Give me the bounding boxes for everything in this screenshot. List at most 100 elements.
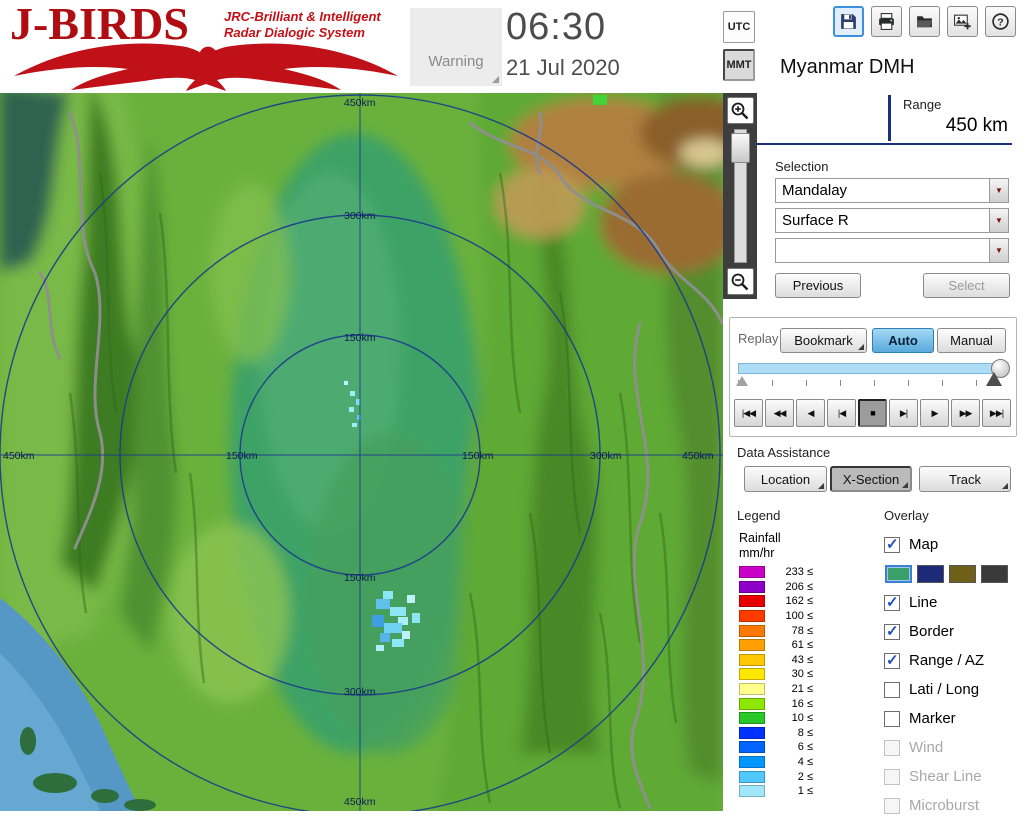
fast-forward-button[interactable]: ▶▶ <box>951 399 980 427</box>
warning-panel-button[interactable]: Warning <box>410 8 502 86</box>
overlay-row-lati-long[interactable]: Lati / Long <box>884 675 1030 704</box>
stop-button[interactable]: ■ <box>858 399 887 427</box>
legend-value: 30 ≤ <box>791 668 813 681</box>
chevron-down-icon[interactable] <box>989 209 1008 232</box>
skip-start-button[interactable]: |◀◀ <box>734 399 763 427</box>
legend-color-swatch <box>739 726 765 739</box>
zoom-in-button[interactable] <box>726 97 754 124</box>
overlay-row-microburst: Microburst <box>884 791 1030 820</box>
header: J-BIRDS JRC-Brilliant & Intelligent Rada… <box>0 0 1030 93</box>
zoom-out-button[interactable] <box>726 268 754 295</box>
transport-controls: |◀◀ ◀◀ ◀ |◀ ■ ▶| ▶ ▶▶ ▶▶| <box>734 399 1011 427</box>
chevron-down-icon[interactable] <box>989 179 1008 202</box>
map-style-navy-blue[interactable] <box>917 564 944 583</box>
map-style-terrain-green[interactable] <box>885 564 912 583</box>
marker-checkbox[interactable] <box>884 710 900 727</box>
track-button[interactable]: Track <box>919 466 1011 492</box>
chevron-down-icon[interactable] <box>989 239 1008 262</box>
overlay-item-label: Map <box>909 536 939 553</box>
map-marker <box>593 95 607 105</box>
capture-image-icon <box>954 14 971 30</box>
mmt-button[interactable]: MMT <box>723 49 755 81</box>
open-folder-icon <box>917 16 932 28</box>
legend-color-swatch <box>739 653 765 666</box>
map-checkbox[interactable] <box>884 535 900 553</box>
map-style-dark-gray[interactable] <box>981 564 1008 583</box>
save-icon <box>841 14 856 29</box>
help-button[interactable]: ? <box>985 6 1016 37</box>
option-dropdown[interactable] <box>775 238 1009 263</box>
rewind-button[interactable]: ◀◀ <box>765 399 794 427</box>
x-section-button[interactable]: X-Section <box>830 466 912 492</box>
product-dropdown[interactable]: Surface R <box>775 208 1009 233</box>
overlay-row-map[interactable]: Map <box>884 530 1030 559</box>
legend-value: 16 ≤ <box>791 697 813 710</box>
ring-label: 150km <box>344 332 376 344</box>
legend-row: 206 ≤ <box>739 580 813 595</box>
legend-color-swatch <box>739 683 765 696</box>
legend-color-swatch <box>739 770 765 783</box>
ring-label: 150km <box>344 572 376 584</box>
overlay-row-marker[interactable]: Marker <box>884 704 1030 733</box>
range-az-checkbox[interactable] <box>884 651 900 669</box>
clock-date: 21 Jul 2020 <box>506 55 620 80</box>
site-dropdown[interactable]: Mandalay <box>775 178 1009 203</box>
overlay-row-line[interactable]: Line <box>884 588 1030 617</box>
legend-color-swatch <box>739 668 765 681</box>
frame-back-button[interactable]: |◀ <box>827 399 856 427</box>
open-folder-button[interactable] <box>909 6 940 37</box>
zoom-slider-thumb[interactable] <box>730 133 750 163</box>
legend-row: 30 ≤ <box>739 667 813 682</box>
legend-color-swatch <box>739 566 765 579</box>
legend-label: Legend <box>737 508 781 523</box>
eagle-logo-icon <box>14 43 398 91</box>
overlay-row-range-az[interactable]: Range / AZ <box>884 646 1030 675</box>
radar-map[interactable]: 450km 300km 150km 150km 300km 450km 450k… <box>0 93 723 811</box>
lati-long-checkbox[interactable] <box>884 681 900 698</box>
logo-subtitle-line1: JRC-Brilliant & Intelligent <box>224 9 381 24</box>
line-checkbox[interactable] <box>884 593 900 611</box>
option-dropdown-value <box>776 239 989 262</box>
timeline-position-marker-icon[interactable] <box>986 372 1002 386</box>
save-button[interactable] <box>833 6 864 37</box>
print-button[interactable] <box>871 6 902 37</box>
legend-row: 78 ≤ <box>739 623 813 638</box>
frame-forward-button[interactable]: ▶| <box>889 399 918 427</box>
location-button[interactable]: Location <box>744 466 827 492</box>
utc-button[interactable]: UTC <box>723 11 755 43</box>
zoom-slider-track[interactable] <box>730 129 750 263</box>
select-button[interactable]: Select <box>923 273 1010 298</box>
legend-row: 100 ≤ <box>739 609 813 624</box>
step-back-button[interactable]: ◀ <box>796 399 825 427</box>
toolbar: ? <box>833 6 1016 37</box>
capture-image-button[interactable] <box>947 6 978 37</box>
map-style-olive[interactable] <box>949 564 976 583</box>
legend-color-swatch <box>739 595 765 608</box>
manual-button[interactable]: Manual <box>937 328 1006 353</box>
skip-end-button[interactable]: ▶▶| <box>982 399 1011 427</box>
replay-timeline-slider[interactable] <box>738 359 1010 378</box>
range-label: Range <box>903 97 942 112</box>
legend-row: 233 ≤ <box>739 565 813 580</box>
previous-button[interactable]: Previous <box>775 273 861 298</box>
legend-value: 206 ≤ <box>785 580 813 593</box>
bookmark-button[interactable]: Bookmark <box>780 328 867 353</box>
replay-label: Replay <box>738 331 779 346</box>
legend-value: 43 ≤ <box>791 653 813 666</box>
overlay-item-label: Border <box>909 623 955 640</box>
legend-row: 43 ≤ <box>739 653 813 668</box>
range-value: 450 km <box>945 115 1008 136</box>
overlay-row-border[interactable]: Border <box>884 617 1030 646</box>
legend-color-swatch <box>739 741 765 754</box>
svg-text:?: ? <box>997 16 1003 28</box>
auto-button[interactable]: Auto <box>872 328 934 353</box>
ring-label: 450km <box>682 450 714 462</box>
legend-value: 4 ≤ <box>797 756 813 769</box>
overlay-item-label: Line <box>909 594 938 611</box>
range-divider <box>888 95 891 141</box>
border-checkbox[interactable] <box>884 622 900 640</box>
ring-label: 450km <box>344 97 376 109</box>
play-button[interactable]: ▶ <box>920 399 949 427</box>
radar-map-area[interactable]: 450km 300km 150km 150km 300km 450km 450k… <box>0 93 723 811</box>
legend-value: 100 ≤ <box>785 610 813 623</box>
